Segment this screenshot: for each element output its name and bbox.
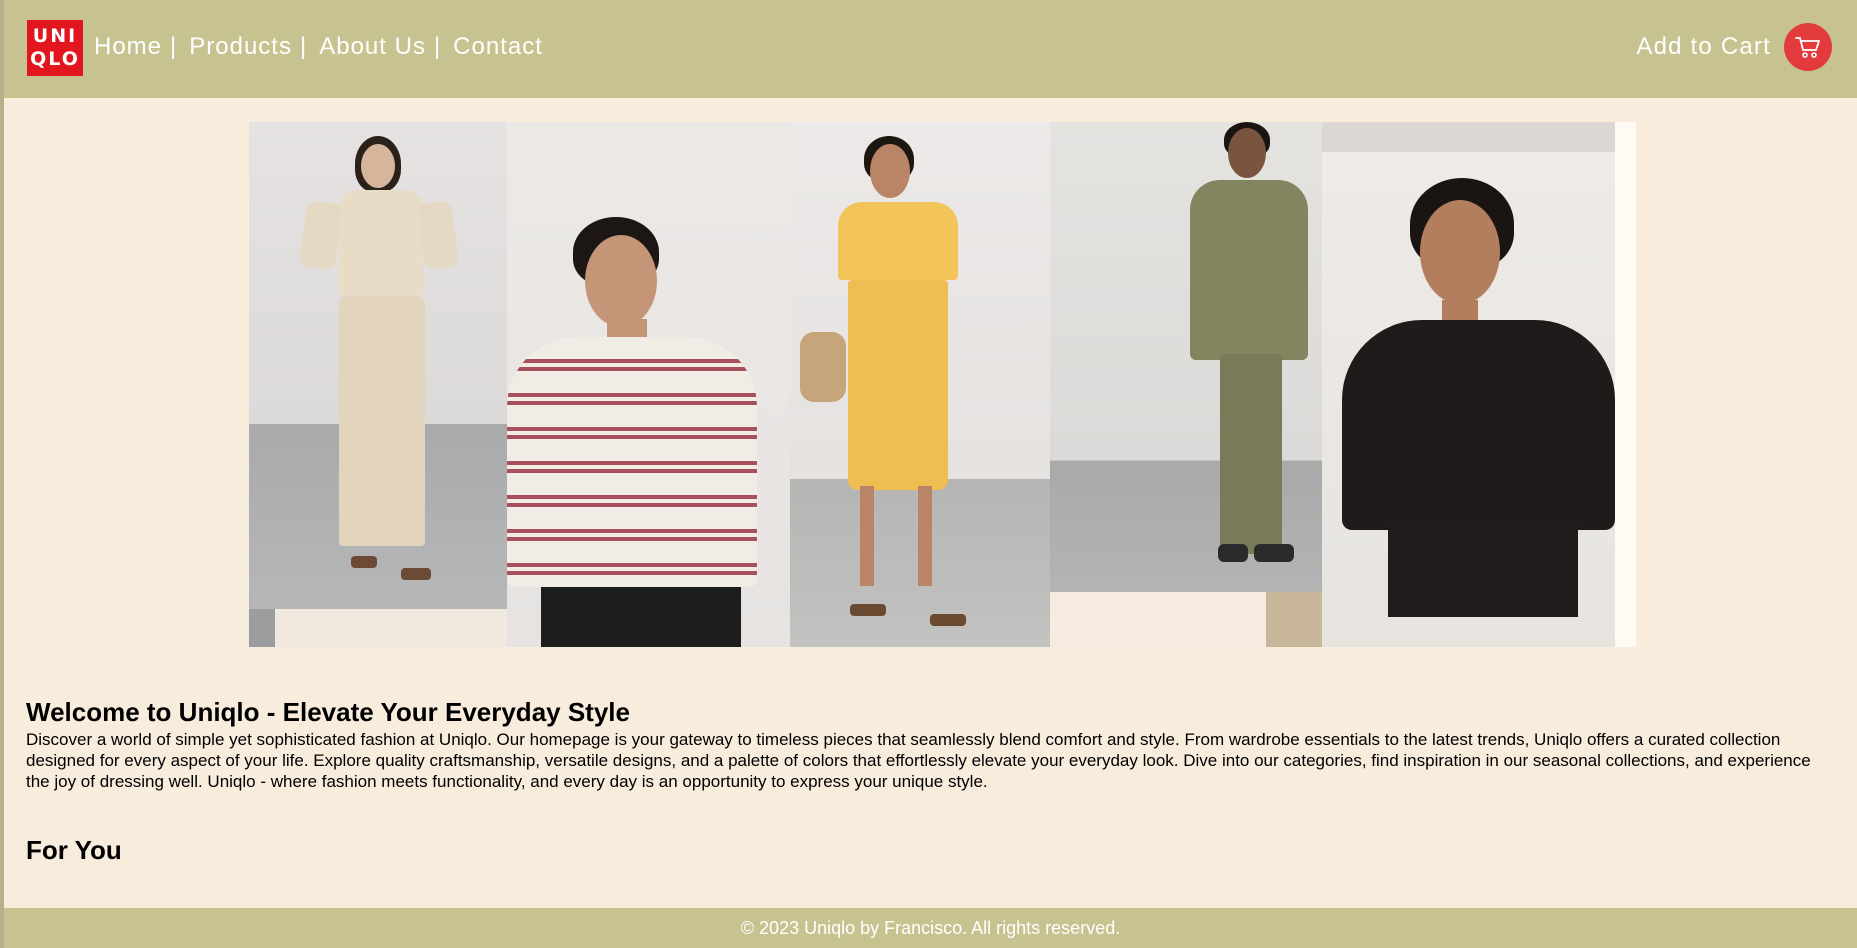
hero-panel-woman-black bbox=[1322, 152, 1615, 647]
hero-panel-bench bbox=[1266, 592, 1322, 647]
welcome-paragraph: Discover a world of simple yet sophistic… bbox=[26, 730, 1811, 791]
logo-line-2: QLO bbox=[30, 48, 80, 70]
hero-panel-man-striped bbox=[507, 187, 790, 647]
nav-contact-link[interactable]: Contact bbox=[453, 33, 543, 61]
hero-panel-wall-2 bbox=[1322, 122, 1615, 152]
nav-separator: | bbox=[433, 33, 442, 60]
hero-panel-edge bbox=[249, 609, 275, 647]
site-footer: © 2023 Uniqlo by Francisco. All rights r… bbox=[4, 908, 1857, 948]
nav-separator: | bbox=[299, 33, 308, 60]
for-you-heading: For You bbox=[26, 835, 122, 865]
add-to-cart-link[interactable]: Add to Cart bbox=[1636, 33, 1771, 61]
site-header: UNI QLO Home | Products | About Us | Con… bbox=[4, 0, 1857, 98]
nav-home-link[interactable]: Home bbox=[94, 33, 162, 61]
hero-panel-gap bbox=[249, 609, 507, 647]
nav-products-link[interactable]: Products bbox=[189, 33, 292, 61]
hero-panel-woman-beige bbox=[249, 122, 507, 609]
logo-line-1: UNI bbox=[32, 25, 78, 47]
hero-image bbox=[249, 122, 1636, 647]
hero-panel-wall bbox=[507, 122, 790, 187]
hero-panel-gap-2 bbox=[1050, 592, 1266, 647]
footer-copyright: © 2023 Uniqlo by Francisco. All rights r… bbox=[740, 917, 1121, 938]
hero-panel-woman-yellow bbox=[790, 122, 1050, 647]
welcome-heading: Welcome to Uniqlo - Elevate Your Everyda… bbox=[26, 697, 630, 727]
nav-about-link[interactable]: About Us bbox=[319, 33, 426, 61]
cart-icon bbox=[1795, 37, 1820, 58]
uniqlo-logo[interactable]: UNI QLO bbox=[27, 20, 83, 76]
main-nav: Home | Products | About Us | Contact bbox=[94, 33, 543, 61]
nav-separator: | bbox=[170, 33, 178, 60]
cart-button[interactable] bbox=[1784, 23, 1832, 71]
